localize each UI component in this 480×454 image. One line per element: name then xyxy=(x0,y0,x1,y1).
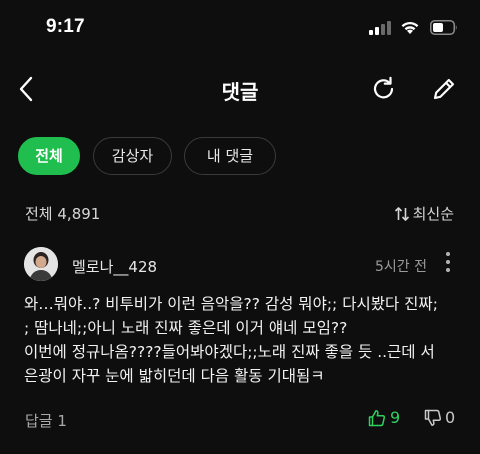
write-comment-button[interactable] xyxy=(430,75,458,103)
comment-body: 와…뭐야..? 비투비가 이런 음악을?? 감성 뭐야;; 다시봤다 진짜; ;… xyxy=(24,292,464,388)
dislike-count: 0 xyxy=(445,408,456,427)
comment-author[interactable]: 멜로나__428 xyxy=(72,256,157,277)
reply-button[interactable]: 답글 1 xyxy=(25,410,67,431)
comment-count-value: 4,891 xyxy=(57,205,101,223)
comment-count: 전체 4,891 xyxy=(25,203,100,224)
refresh-button[interactable] xyxy=(370,75,398,103)
filter-chip-all[interactable]: 전체 xyxy=(18,137,80,175)
user-avatar-icon xyxy=(24,247,58,281)
thumbs-down-icon xyxy=(424,409,442,426)
comment-line: 은광이 자꾸 눈에 밟히던데 다음 활동 기대됨ㅋ xyxy=(24,367,325,385)
thumbs-up-icon xyxy=(368,409,386,426)
filter-chip-my-comments[interactable]: 내 댓글 xyxy=(184,137,276,175)
avatar[interactable] xyxy=(24,247,58,281)
wifi-icon xyxy=(400,20,420,35)
more-vertical-icon xyxy=(441,252,455,272)
sort-arrows-icon xyxy=(394,206,409,221)
comment-line: 와…뭐야..? 비투비가 이런 음악을?? 감성 뭐야;; 다시봤다 진짜; xyxy=(24,295,438,313)
page-title: 댓글 xyxy=(221,80,259,104)
pencil-icon xyxy=(433,78,455,100)
comment-line: ; 땀나네;;아니 노래 진짜 좋은데 이거 얘네 모임?? xyxy=(24,319,348,337)
sort-button[interactable]: 최신순 xyxy=(394,203,454,224)
more-options-button[interactable] xyxy=(441,252,455,276)
dislike-button[interactable]: 0 xyxy=(424,408,455,427)
cellular-signal-icon xyxy=(369,20,391,35)
comment-line: 이번에 정규나옴????들어봐야겠다;;노래 진짜 좋을 듯 ..근데 서 xyxy=(24,343,435,361)
like-count: 9 xyxy=(390,408,401,427)
comment-count-label: 전체 xyxy=(25,205,53,223)
status-time: 9:17 xyxy=(46,16,85,37)
sort-label: 최신순 xyxy=(412,205,454,223)
filter-chip-listeners[interactable]: 감상자 xyxy=(93,137,172,175)
like-button[interactable]: 9 xyxy=(368,408,400,427)
comment-timestamp: 5시간 전 xyxy=(375,259,427,275)
battery-icon xyxy=(430,20,458,35)
refresh-icon xyxy=(373,76,394,99)
comments-screen: 9:17 댓글 전체 감상자 내 댓글 전체 4,891 최신순 멜로나__42… xyxy=(0,0,480,454)
